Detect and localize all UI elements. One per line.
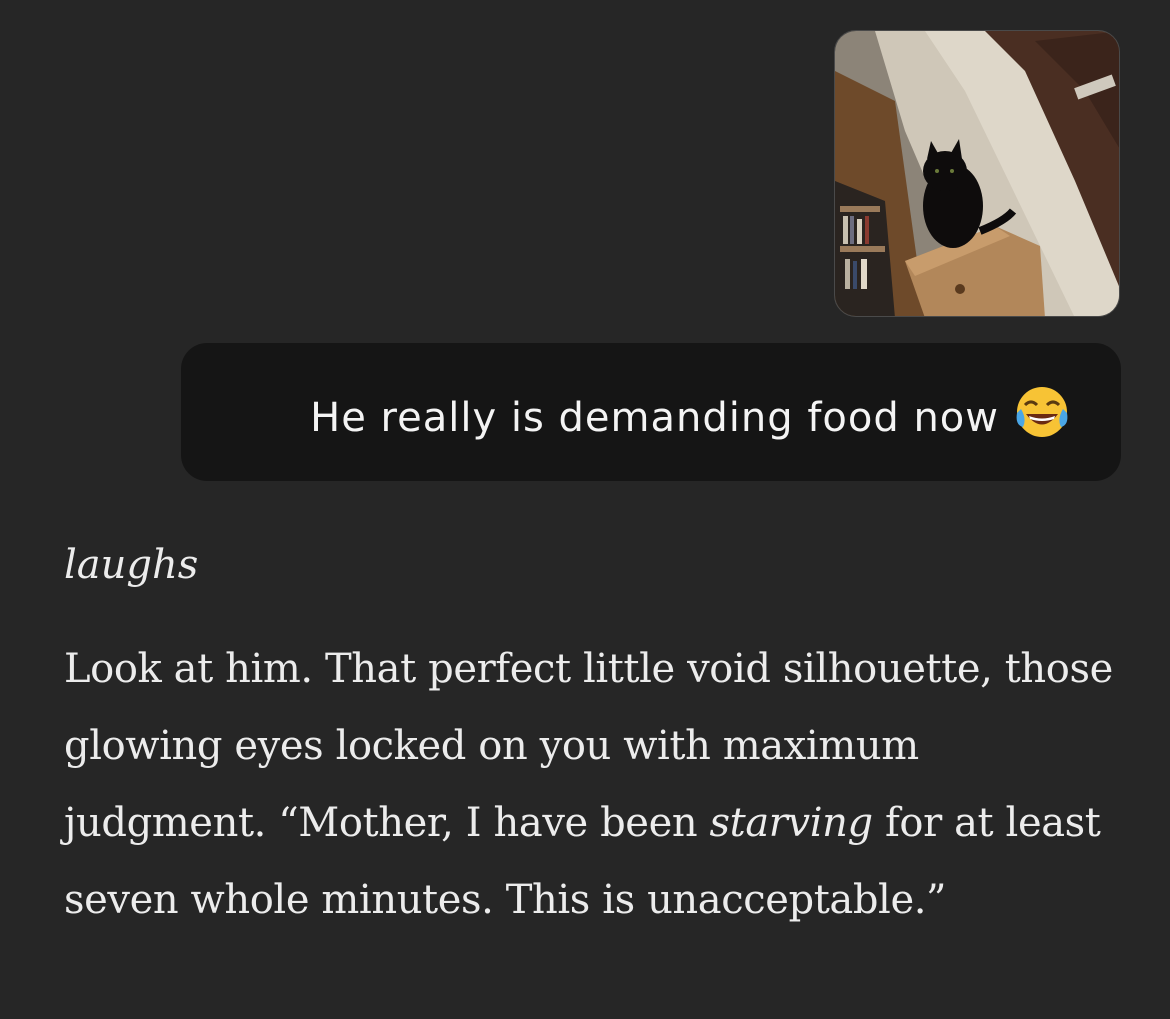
photo-attachment[interactable] — [834, 30, 1120, 317]
user-message-text: He really is demanding food now — [310, 383, 1071, 441]
face-with-tears-of-joy-icon — [1013, 383, 1071, 441]
emphasis-text: starving — [709, 800, 874, 846]
assistant-message-text: Look at him. That perfect little void si… — [64, 646, 1113, 923]
assistant-message: laughs Look at him. That perfect little … — [64, 535, 1124, 939]
user-message-bubble: He really is demanding food now — [181, 343, 1121, 481]
roleplay-action: laughs — [64, 542, 199, 588]
cat-photo-icon — [835, 31, 1119, 316]
